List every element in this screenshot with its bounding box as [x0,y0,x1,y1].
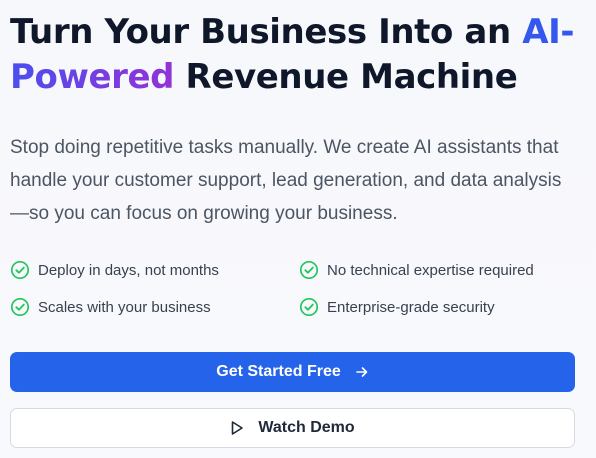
play-icon [230,420,244,436]
feature-label: Deploy in days, not months [38,261,219,279]
check-circle-icon [299,297,319,317]
get-started-label: Get Started Free [216,363,341,380]
feature-item-no-expertise: No technical expertise required [299,260,534,280]
arrow-right-icon [355,365,369,379]
feature-item-deploy: Deploy in days, not months [10,260,219,280]
headline-accent-ai: AI- [522,12,575,52]
feature-item-security: Enterprise-grade security [299,297,495,317]
headline-accent-powered: Powered [10,57,175,97]
check-circle-icon [10,297,30,317]
feature-item-scales: Scales with your business [10,297,211,317]
watch-demo-label: Watch Demo [258,419,355,436]
feature-label: No technical expertise required [327,261,534,279]
headline-text-start: Turn Your Business Into an [10,12,523,52]
feature-label: Scales with your business [38,298,211,316]
get-started-button[interactable]: Get Started Free [10,352,575,392]
hero-headline: Turn Your Business Into an AI- Powered Re… [10,10,590,100]
watch-demo-button[interactable]: Watch Demo [10,408,575,448]
headline-text-end: Revenue Machine [174,57,518,97]
check-circle-icon [299,260,319,280]
feature-label: Enterprise-grade security [327,298,495,316]
check-circle-icon [10,260,30,280]
hero-subtext: Stop doing repetitive tasks manually. We… [10,137,562,224]
